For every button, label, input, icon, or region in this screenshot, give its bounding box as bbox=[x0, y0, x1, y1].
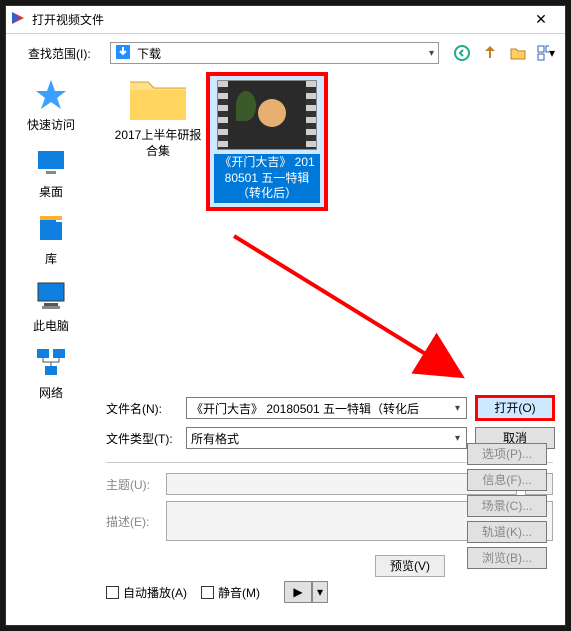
place-label: 桌面 bbox=[39, 183, 63, 200]
autoplay-checkbox[interactable]: 自动播放(A) bbox=[106, 584, 187, 601]
filetype-label: 文件类型(T): bbox=[106, 430, 178, 447]
chevron-down-icon: ▾ bbox=[453, 403, 462, 414]
app-icon bbox=[10, 10, 26, 29]
filename-label: 文件名(N): bbox=[106, 400, 178, 417]
filetype-combo[interactable]: 所有格式 ▾ bbox=[186, 427, 467, 449]
open-file-dialog: 打开视频文件 ✕ 查找范围(I): 下载 ▾ ▾ 快速访问 桌面 bbox=[5, 5, 566, 626]
options-button[interactable]: 选项(P)... bbox=[467, 443, 547, 465]
body: 快速访问 桌面 库 此电脑 网络 bbox=[6, 72, 565, 392]
titlebar: 打开视频文件 ✕ bbox=[6, 6, 565, 34]
browse-button[interactable]: 浏览(B)... bbox=[467, 547, 547, 569]
toolbar-icons: ▾ bbox=[453, 44, 555, 62]
mute-checkbox[interactable]: 静音(M) bbox=[201, 584, 260, 601]
subject-label: 主题(U): bbox=[106, 476, 158, 493]
place-label: 快速访问 bbox=[27, 116, 75, 133]
track-button[interactable]: 轨道(K)... bbox=[467, 521, 547, 543]
place-quick[interactable]: 快速访问 bbox=[27, 78, 75, 133]
window-title: 打开视频文件 bbox=[32, 11, 521, 28]
desc-label: 描述(E): bbox=[106, 513, 158, 530]
video-thumb bbox=[217, 80, 317, 150]
mute-label: 静音(M) bbox=[218, 584, 260, 601]
file-list[interactable]: 2017上半年研报合集 《开门大吉》 20180501 五一特辑（转化后） bbox=[96, 72, 565, 392]
place-thispc[interactable]: 此电脑 bbox=[33, 279, 69, 334]
file-item-label: 《开门大吉》 20180501 五一特辑（转化后） bbox=[214, 154, 320, 203]
filename-combo[interactable]: 《开门大吉》 20180501 五一特辑（转化后 ▾ bbox=[186, 397, 467, 419]
file-item-label: 2017上半年研报合集 bbox=[114, 128, 202, 159]
play-button[interactable]: ▶ bbox=[284, 581, 312, 603]
folder-icon bbox=[126, 72, 190, 124]
autoplay-label: 自动播放(A) bbox=[123, 584, 187, 601]
place-desktop[interactable]: 桌面 bbox=[34, 145, 68, 200]
chevron-down-icon: ▾ bbox=[429, 48, 434, 59]
subject-input[interactable] bbox=[166, 473, 517, 495]
place-label: 网络 bbox=[39, 384, 63, 401]
filetype-value: 所有格式 bbox=[191, 430, 453, 447]
place-label: 此电脑 bbox=[33, 317, 69, 334]
play-controls: ▶ ▾ bbox=[284, 581, 328, 603]
lookin-label: 查找范围(I): bbox=[28, 45, 104, 62]
place-network[interactable]: 网络 bbox=[34, 346, 68, 401]
checkbox-icon bbox=[201, 586, 214, 599]
lookin-combo[interactable]: 下载 ▾ bbox=[110, 42, 439, 64]
lookin-value: 下载 bbox=[137, 45, 429, 62]
back-icon[interactable] bbox=[453, 44, 471, 62]
download-icon bbox=[115, 44, 131, 63]
up-icon[interactable] bbox=[481, 44, 499, 62]
chevron-down-icon: ▾ bbox=[453, 433, 462, 444]
bottom-row: 自动播放(A) 静音(M) ▶ ▾ bbox=[6, 571, 565, 613]
filename-value: 《开门大吉》 20180501 五一特辑（转化后 bbox=[191, 400, 453, 417]
file-item-folder[interactable]: 2017上半年研报合集 bbox=[114, 72, 202, 159]
checkbox-icon bbox=[106, 586, 119, 599]
scene-button[interactable]: 场景(C)... bbox=[467, 495, 547, 517]
place-libraries[interactable]: 库 bbox=[34, 212, 68, 267]
lookin-row: 查找范围(I): 下载 ▾ ▾ bbox=[6, 34, 565, 72]
places-bar: 快速访问 桌面 库 此电脑 网络 bbox=[6, 72, 96, 392]
filename-row: 文件名(N): 《开门大吉》 20180501 五一特辑（转化后 ▾ 打开(O) bbox=[6, 392, 565, 424]
play-menu-button[interactable]: ▾ bbox=[312, 581, 328, 603]
new-folder-icon[interactable] bbox=[509, 44, 527, 62]
close-button[interactable]: ✕ bbox=[521, 9, 561, 31]
file-item-video-selected[interactable]: 《开门大吉》 20180501 五一特辑（转化后） bbox=[206, 72, 328, 211]
right-buttons: 选项(P)... 信息(F)... 场景(C)... 轨道(K)... 浏览(B… bbox=[467, 443, 547, 569]
view-menu-icon[interactable]: ▾ bbox=[537, 44, 555, 62]
open-button[interactable]: 打开(O) bbox=[475, 395, 555, 421]
place-label: 库 bbox=[45, 250, 57, 267]
info-button[interactable]: 信息(F)... bbox=[467, 469, 547, 491]
